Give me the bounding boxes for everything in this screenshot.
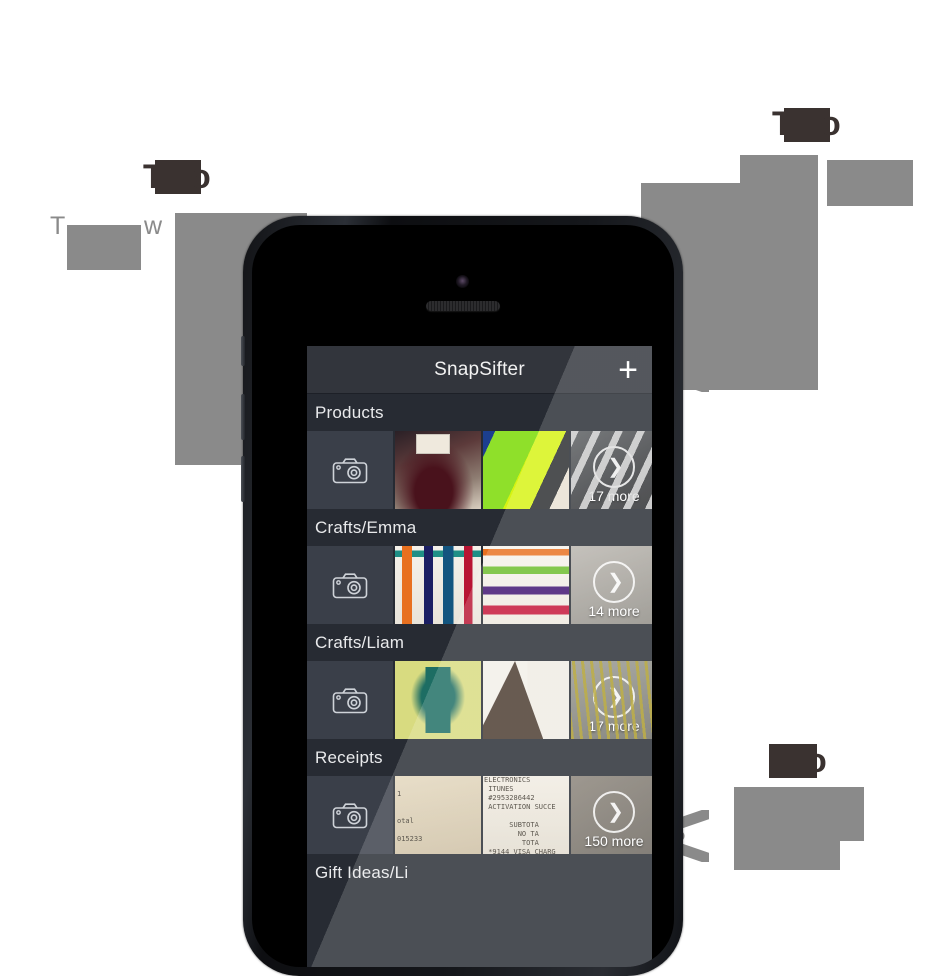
thumbnail-row: ❯ 17 more <box>307 661 652 739</box>
more-count-label: 17 more <box>588 488 640 504</box>
chevron-right-icon: ❯ <box>593 790 635 833</box>
more-count-label: 150 more <box>584 833 644 849</box>
thumbnail-image[interactable] <box>483 431 569 509</box>
section-title: Receipts <box>315 748 383 767</box>
more-count-label: 17 more <box>588 718 640 734</box>
thumbnail-image[interactable] <box>483 661 569 739</box>
section-products: Products ❯ 17 more <box>307 394 652 509</box>
camera-icon <box>332 687 368 714</box>
more-photos-cell[interactable]: ❯ 14 more <box>571 546 652 624</box>
bottom-body-redaction-b <box>734 787 840 870</box>
thumbnail-image[interactable] <box>395 661 481 739</box>
right-callout-body-fragment: c <box>826 182 839 210</box>
section-receipts: Receipts 1 otal 015233 ELECTRONICS ITUNE… <box>307 739 652 854</box>
more-photos-cell[interactable]: ❯ 17 more <box>571 431 652 509</box>
thumbnail-image[interactable] <box>395 546 481 624</box>
section-gift-ideas: Gift Ideas/Li <box>307 854 652 891</box>
bottom-callout-headline-tail: o <box>806 742 827 780</box>
thumbnail-image[interactable] <box>395 431 481 509</box>
left-body-redaction-a <box>67 225 141 270</box>
more-photos-cell[interactable]: ❯ 150 more <box>571 776 652 854</box>
camera-icon <box>332 572 368 599</box>
chevron-right-icon: ❯ <box>593 560 635 603</box>
thumbnail-image[interactable]: ELECTRONICS ITUNES #2953286442 ACTIVATIO… <box>483 776 569 854</box>
receipt-ocr-text: 1 otal 015233 <box>397 790 423 843</box>
section-crafts-liam: Crafts/Liam ❯ 17 more <box>307 624 652 739</box>
section-title: Gift Ideas/Li <box>315 863 409 882</box>
right-callout-headline-tail: o <box>820 105 841 143</box>
left-callout-body-start: T <box>50 212 66 240</box>
thumbnail-row: ❯ 14 more <box>307 546 652 624</box>
camera-capture-cell[interactable] <box>307 546 393 624</box>
right-body-redaction-c <box>827 160 913 206</box>
phone-bezel: SnapSifter + Products ❯ 17 more Crafts/E… <box>252 225 674 967</box>
left-callout-body-mid: w <box>144 212 163 240</box>
receipt-ocr-text: ELECTRONICS ITUNES #2953286442 ACTIVATIO… <box>484 776 556 854</box>
volume-down-button[interactable] <box>241 456 245 502</box>
section-title: Products <box>315 403 384 422</box>
poster-canvas: T o T w T o c o SnapSifter + Products ❯ … <box>0 0 940 976</box>
chevron-right-icon: ❯ <box>593 675 635 718</box>
camera-capture-cell[interactable] <box>307 431 393 509</box>
camera-capture-cell[interactable] <box>307 661 393 739</box>
thumbnail-row: 1 otal 015233 ELECTRONICS ITUNES #295328… <box>307 776 652 854</box>
camera-capture-cell[interactable] <box>307 776 393 854</box>
camera-icon <box>332 457 368 484</box>
chevron-right-icon: ❯ <box>593 445 635 488</box>
thumbnail-image[interactable] <box>483 546 569 624</box>
thumbnail-image[interactable]: 1 otal 015233 <box>395 776 481 854</box>
front-camera-icon <box>456 275 469 288</box>
page-title: SnapSifter <box>434 358 525 380</box>
left-callout-headline-tail: o <box>190 158 211 196</box>
more-count-label: 14 more <box>588 603 640 619</box>
more-photos-cell[interactable]: ❯ 17 more <box>571 661 652 739</box>
app-screen: SnapSifter + Products ❯ 17 more Crafts/E… <box>307 346 652 967</box>
section-title: Crafts/Emma <box>315 518 417 537</box>
thumbnail-row: ❯ 17 more <box>307 431 652 509</box>
volume-up-button[interactable] <box>241 394 245 440</box>
section-title: Crafts/Liam <box>315 633 405 652</box>
iphone-device: SnapSifter + Products ❯ 17 more Crafts/E… <box>241 216 683 976</box>
earpiece-speaker <box>426 301 500 311</box>
section-crafts-emma: Crafts/Emma ❯ 14 more <box>307 509 652 624</box>
camera-icon <box>332 802 368 829</box>
mute-switch[interactable] <box>241 336 245 366</box>
navigation-bar: SnapSifter + <box>307 346 652 394</box>
